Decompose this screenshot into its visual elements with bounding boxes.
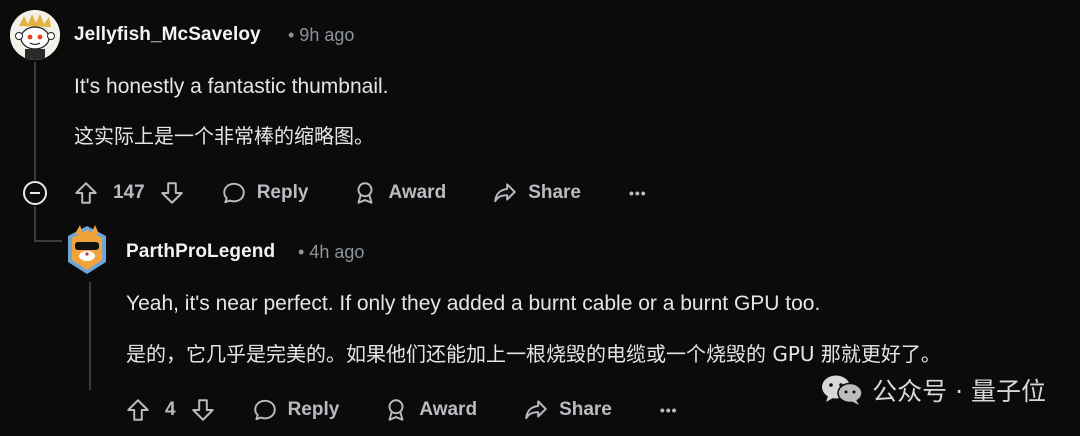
more-options-button[interactable]: ••• bbox=[660, 402, 678, 418]
avatar[interactable] bbox=[10, 10, 60, 60]
downvote-icon bbox=[160, 182, 183, 204]
watermark-text: 公众号 · 量子位 bbox=[872, 377, 1046, 406]
reply-button[interactable]: Reply bbox=[252, 397, 340, 423]
share-button[interactable]: Share bbox=[523, 397, 612, 423]
award-icon bbox=[357, 182, 373, 204]
avatar[interactable] bbox=[62, 222, 112, 276]
thread-line-branch bbox=[34, 240, 62, 242]
share-icon bbox=[525, 400, 547, 420]
award-icon bbox=[388, 399, 404, 421]
award-label: Award bbox=[388, 182, 447, 203]
comment-username[interactable]: ParthProLegend bbox=[126, 241, 275, 263]
reply-label: Reply bbox=[287, 399, 340, 420]
reply-button[interactable]: Reply bbox=[221, 180, 309, 206]
watermark: 公众号 · 量子位 bbox=[820, 372, 1046, 408]
award-button[interactable]: Award bbox=[352, 180, 446, 206]
comment-timestamp: • 4h ago bbox=[298, 242, 365, 262]
upvote-button[interactable] bbox=[125, 397, 151, 423]
share-label: Share bbox=[528, 182, 581, 203]
wechat-icon bbox=[822, 375, 863, 405]
thread-line-main bbox=[34, 62, 36, 180]
user-avatar-icon bbox=[68, 225, 106, 274]
more-options-button[interactable]: ••• bbox=[629, 185, 647, 201]
comment-text-en: Yeah, it's near perfect. If only they ad… bbox=[126, 292, 821, 315]
award-button[interactable]: Award bbox=[383, 397, 477, 423]
thread-line-connector bbox=[34, 206, 36, 242]
downvote-button[interactable] bbox=[159, 180, 185, 206]
comment-timestamp: • 9h ago bbox=[288, 25, 355, 45]
comment-text-en: It's honestly a fantastic thumbnail. bbox=[74, 75, 389, 98]
share-icon bbox=[494, 183, 516, 203]
award-label: Award bbox=[419, 399, 478, 420]
thread-line-reply bbox=[89, 282, 91, 390]
downvote-icon bbox=[191, 399, 214, 421]
downvote-button[interactable] bbox=[190, 397, 216, 423]
comment-username[interactable]: Jellyfish_McSaveloy bbox=[74, 24, 261, 46]
collapse-thread-button[interactable] bbox=[23, 181, 47, 205]
comment-actions: 4 Reply Award Share ••• bbox=[125, 390, 678, 430]
share-label: Share bbox=[559, 399, 612, 420]
comment-text-zh: 是的，它几乎是完美的。如果他们还能加上一根烧毁的电缆或一个烧毁的 GPU 那就更… bbox=[126, 342, 941, 366]
share-button[interactable]: Share bbox=[492, 180, 581, 206]
comment-bubble-icon bbox=[222, 182, 245, 204]
upvote-icon bbox=[127, 399, 149, 421]
user-avatar-icon bbox=[10, 10, 60, 60]
upvote-button[interactable] bbox=[73, 180, 99, 206]
vote-count: 147 bbox=[113, 182, 145, 203]
comment-text-zh: 这实际上是一个非常棒的缩略图。 bbox=[74, 124, 374, 148]
comment-bubble-icon bbox=[253, 399, 276, 421]
upvote-icon bbox=[75, 182, 97, 204]
comment-actions: 147 Reply Award Share ••• bbox=[73, 173, 647, 213]
reply-label: Reply bbox=[256, 182, 309, 203]
vote-count: 4 bbox=[165, 399, 176, 420]
